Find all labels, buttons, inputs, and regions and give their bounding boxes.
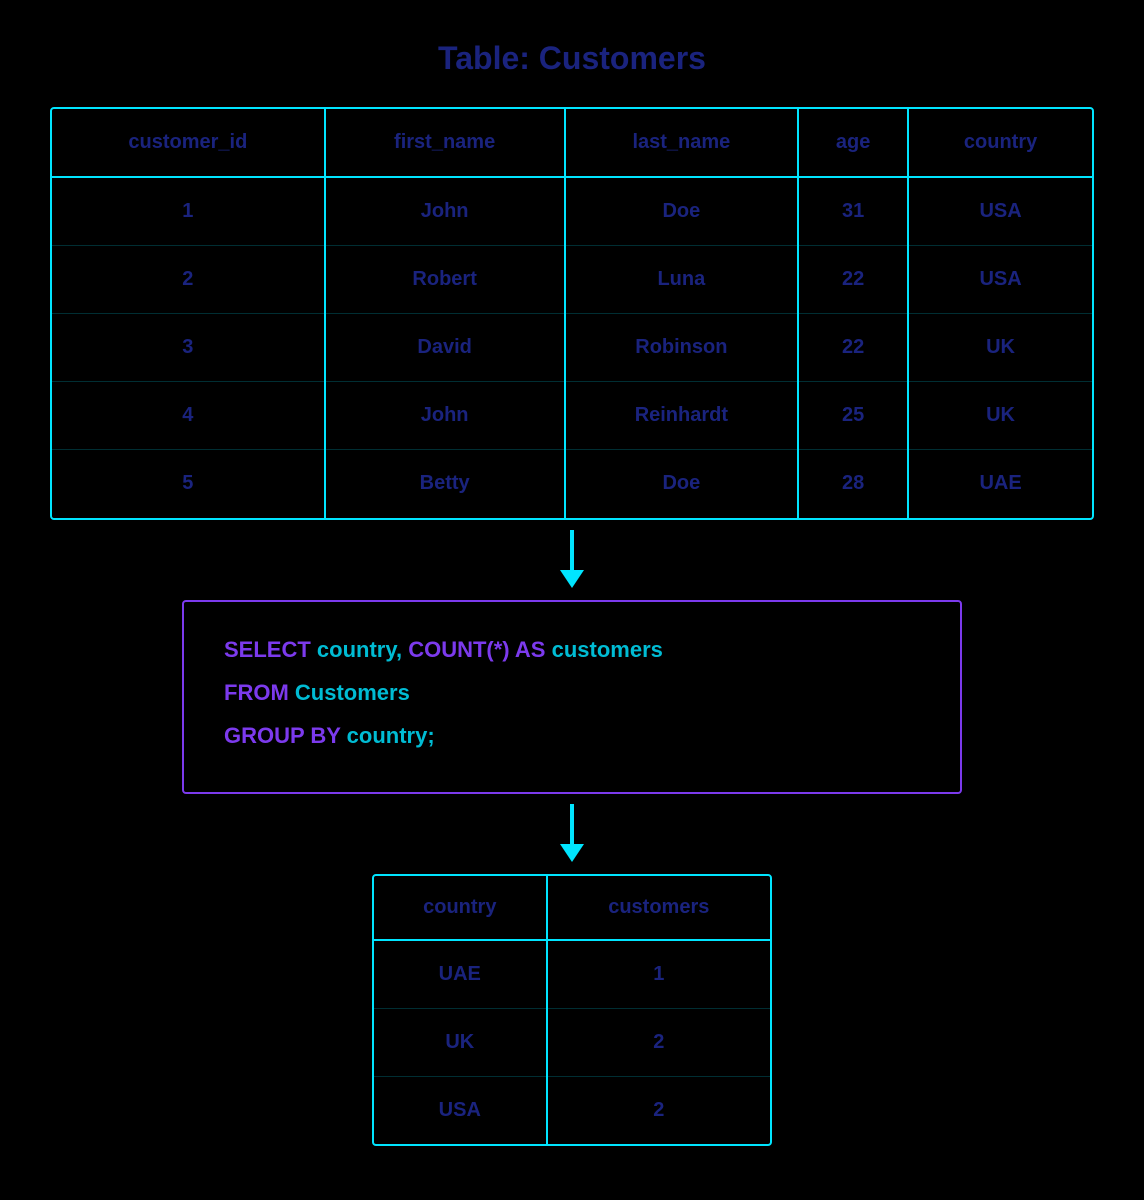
- customers-cell-5-3: Doe: [565, 450, 799, 518]
- sql-select-keyword: SELECT: [224, 637, 311, 662]
- arrow-down-1: [552, 530, 592, 590]
- result-table-header: country customers: [374, 876, 770, 940]
- result-cell-2-1: UK: [374, 1008, 547, 1076]
- result-table: country customers UAE1UK2USA2: [374, 876, 770, 1144]
- customers-cell-4-4: 25: [798, 382, 908, 450]
- sql-box: SELECT country, COUNT(*) AS customers FR…: [182, 600, 962, 794]
- customers-cell-2-2: Robert: [325, 246, 565, 314]
- result-row-2: UK2: [374, 1008, 770, 1076]
- sql-groupby-keyword: GROUP BY: [224, 723, 341, 748]
- result-table-body: UAE1UK2USA2: [374, 940, 770, 1144]
- customers-cell-1-5: USA: [908, 177, 1092, 246]
- result-row-3: USA2: [374, 1076, 770, 1144]
- customers-cell-3-4: 22: [798, 314, 908, 382]
- sql-from-text: Customers: [289, 680, 410, 705]
- col-country: country: [908, 109, 1092, 177]
- customers-table: customer_id first_name last_name age cou…: [52, 109, 1092, 518]
- customers-cell-5-5: UAE: [908, 450, 1092, 518]
- customers-cell-4-1: 4: [52, 382, 325, 450]
- col-customer-id: customer_id: [52, 109, 325, 177]
- customers-cell-1-4: 31: [798, 177, 908, 246]
- customers-cell-2-5: USA: [908, 246, 1092, 314]
- col-first-name: first_name: [325, 109, 565, 177]
- customers-row-1: 1JohnDoe31USA: [52, 177, 1092, 246]
- customers-table-wrapper: customer_id first_name last_name age cou…: [50, 107, 1094, 520]
- page-title: Table: Customers: [438, 40, 706, 77]
- result-cell-2-2: 2: [547, 1008, 770, 1076]
- customers-cell-5-2: Betty: [325, 450, 565, 518]
- customers-cell-4-3: Reinhardt: [565, 382, 799, 450]
- page-container: Table: Customers customer_id first_name …: [50, 40, 1094, 1146]
- arrow-down-2: [552, 804, 592, 864]
- result-cell-1-1: UAE: [374, 940, 547, 1009]
- result-col-country: country: [374, 876, 547, 940]
- result-col-customers: customers: [547, 876, 770, 940]
- result-cell-3-1: USA: [374, 1076, 547, 1144]
- sql-line-2: FROM Customers: [224, 675, 920, 710]
- sql-select-text: country,: [311, 637, 408, 662]
- customers-row-5: 5BettyDoe28UAE: [52, 450, 1092, 518]
- customers-cell-2-4: 22: [798, 246, 908, 314]
- result-table-wrapper: country customers UAE1UK2USA2: [372, 874, 772, 1146]
- customers-row-3: 3DavidRobinson22UK: [52, 314, 1092, 382]
- customers-cell-1-2: John: [325, 177, 565, 246]
- customers-cell-3-5: UK: [908, 314, 1092, 382]
- sql-line-3: GROUP BY country;: [224, 718, 920, 753]
- col-age: age: [798, 109, 908, 177]
- customers-row-4: 4JohnReinhardt25UK: [52, 382, 1092, 450]
- customers-cell-1-1: 1: [52, 177, 325, 246]
- customers-cell-5-1: 5: [52, 450, 325, 518]
- sql-count-keyword: COUNT(*) AS: [408, 637, 545, 662]
- customers-cell-4-5: UK: [908, 382, 1092, 450]
- sql-groupby-text: country;: [341, 723, 435, 748]
- col-last-name: last_name: [565, 109, 799, 177]
- customers-cell-3-3: Robinson: [565, 314, 799, 382]
- customers-header-row: customer_id first_name last_name age cou…: [52, 109, 1092, 177]
- sql-from-keyword: FROM: [224, 680, 289, 705]
- sql-line-1: SELECT country, COUNT(*) AS customers: [224, 632, 920, 667]
- result-cell-3-2: 2: [547, 1076, 770, 1144]
- sql-customers-text: customers: [545, 637, 662, 662]
- customers-cell-3-1: 3: [52, 314, 325, 382]
- customers-cell-2-3: Luna: [565, 246, 799, 314]
- customers-cell-1-3: Doe: [565, 177, 799, 246]
- customers-table-header: customer_id first_name last_name age cou…: [52, 109, 1092, 177]
- result-header-row: country customers: [374, 876, 770, 940]
- customers-cell-2-1: 2: [52, 246, 325, 314]
- customers-table-body: 1JohnDoe31USA2RobertLuna22USA3DavidRobin…: [52, 177, 1092, 518]
- result-cell-1-2: 1: [547, 940, 770, 1009]
- customers-cell-4-2: John: [325, 382, 565, 450]
- customers-cell-3-2: David: [325, 314, 565, 382]
- customers-row-2: 2RobertLuna22USA: [52, 246, 1092, 314]
- result-row-1: UAE1: [374, 940, 770, 1009]
- customers-cell-5-4: 28: [798, 450, 908, 518]
